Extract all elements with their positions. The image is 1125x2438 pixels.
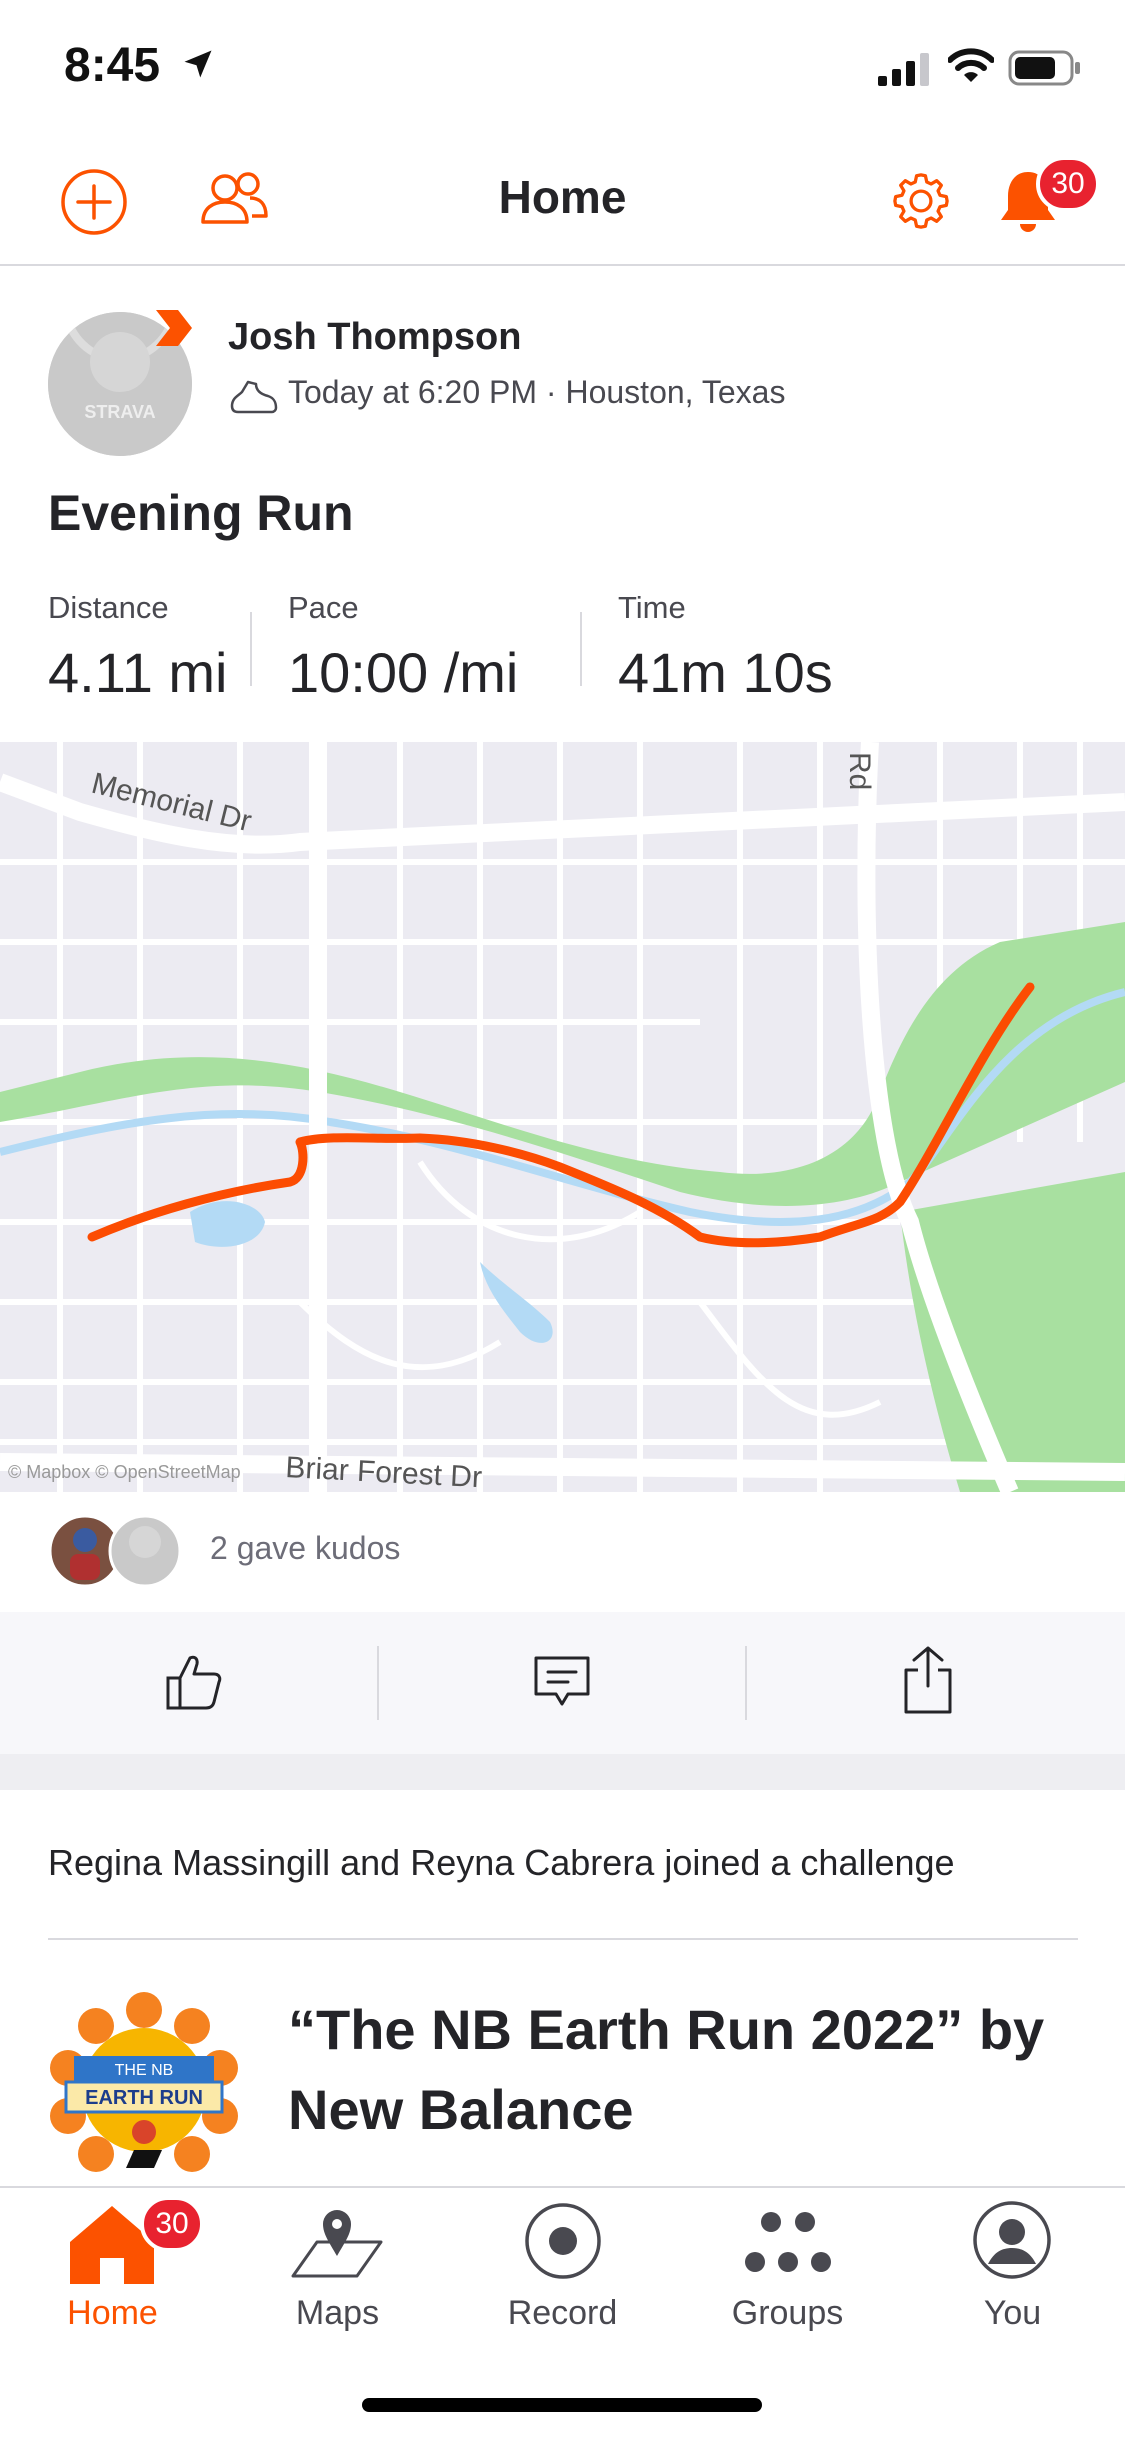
challenge-badge[interactable]: THE NB EARTH RUN bbox=[44, 1990, 244, 2180]
tab-label: You bbox=[983, 2294, 1042, 2332]
tab-label: Maps bbox=[295, 2294, 380, 2332]
groups-icon bbox=[745, 2212, 831, 2272]
map-icon bbox=[291, 2210, 383, 2278]
status-bar: 8:45 bbox=[0, 0, 1125, 140]
activity-meta: Today at 6:20 PM · Houston, Texas bbox=[288, 374, 786, 410]
stat-label: Distance bbox=[48, 590, 169, 625]
action-divider bbox=[377, 1646, 379, 1720]
tab-maps[interactable]: Maps bbox=[225, 2188, 450, 2348]
athlete-name[interactable]: Josh Thompson bbox=[228, 316, 521, 359]
action-divider bbox=[745, 1646, 747, 1720]
stat-pace: Pace 10:00 /mi bbox=[288, 590, 518, 705]
stat-value: 4.11 mi bbox=[48, 641, 228, 704]
stat-distance: Distance 4.11 mi bbox=[48, 590, 227, 705]
kudos-avatar bbox=[108, 1514, 182, 1588]
tab-you[interactable]: You bbox=[900, 2188, 1125, 2348]
challenge-joined-text[interactable]: Regina Massingill and Reyna Cabrera join… bbox=[48, 1842, 955, 1884]
badge-text-top: THE NB bbox=[115, 2062, 174, 2079]
tab-home[interactable]: 30 Home bbox=[0, 2188, 225, 2348]
kudos-thumbs-up-icon[interactable] bbox=[162, 1650, 226, 1714]
record-icon bbox=[525, 2203, 601, 2279]
kudos-count[interactable]: 2 gave kudos bbox=[210, 1530, 400, 1567]
share-icon[interactable] bbox=[900, 1644, 956, 1716]
home-badge: 30 bbox=[140, 2196, 204, 2252]
settings-gear-icon[interactable] bbox=[888, 168, 954, 234]
street-label-rd: Rd bbox=[843, 752, 876, 790]
kudos-row[interactable]: 2 gave kudos bbox=[0, 1492, 1125, 1612]
battery-icon bbox=[1008, 50, 1080, 86]
profile-icon bbox=[973, 2201, 1051, 2279]
map-attribution: © Mapbox © OpenStreetMap bbox=[8, 1462, 241, 1482]
home-indicator bbox=[362, 2398, 762, 2412]
challenge-divider bbox=[48, 1938, 1078, 1940]
stat-label: Time bbox=[618, 590, 686, 625]
tab-label: Home bbox=[67, 2294, 158, 2332]
top-nav-bar: Home 30 bbox=[0, 140, 1125, 266]
stat-divider bbox=[250, 612, 252, 686]
stat-time: Time 41m 10s bbox=[618, 590, 833, 705]
feed-separator bbox=[0, 1754, 1125, 1790]
stat-value: 10:00 /mi bbox=[288, 641, 519, 704]
comment-icon[interactable] bbox=[532, 1652, 592, 1712]
tab-record[interactable]: Record bbox=[450, 2188, 675, 2348]
tab-label: Record bbox=[507, 2294, 618, 2332]
notification-count-badge: 30 bbox=[1036, 156, 1100, 212]
run-shoe-icon bbox=[230, 380, 278, 414]
wifi-icon bbox=[948, 48, 994, 82]
badge-text-main: EARTH RUN bbox=[85, 2087, 203, 2109]
status-time: 8:45 bbox=[64, 39, 161, 92]
location-arrow-icon bbox=[184, 50, 212, 78]
stat-divider bbox=[580, 612, 582, 686]
stat-value: 41m 10s bbox=[618, 641, 833, 704]
strava-subscriber-icon bbox=[156, 310, 192, 346]
page-title: Home bbox=[498, 171, 627, 223]
stat-label: Pace bbox=[288, 590, 359, 625]
tab-label: Groups bbox=[731, 2294, 844, 2332]
avatar-text: STRAVA bbox=[84, 402, 155, 422]
tab-groups[interactable]: Groups bbox=[675, 2188, 900, 2348]
challenge-name[interactable]: “The NB Earth Run 2022” by New Balance bbox=[288, 1990, 1088, 2150]
activity-title[interactable]: Evening Run bbox=[48, 484, 354, 542]
cellular-signal-icon bbox=[878, 53, 929, 86]
activity-actions bbox=[0, 1612, 1125, 1754]
route-map[interactable]: Memorial Dr Rd Briar Forest Dr © Mapbox … bbox=[0, 742, 1125, 1492]
